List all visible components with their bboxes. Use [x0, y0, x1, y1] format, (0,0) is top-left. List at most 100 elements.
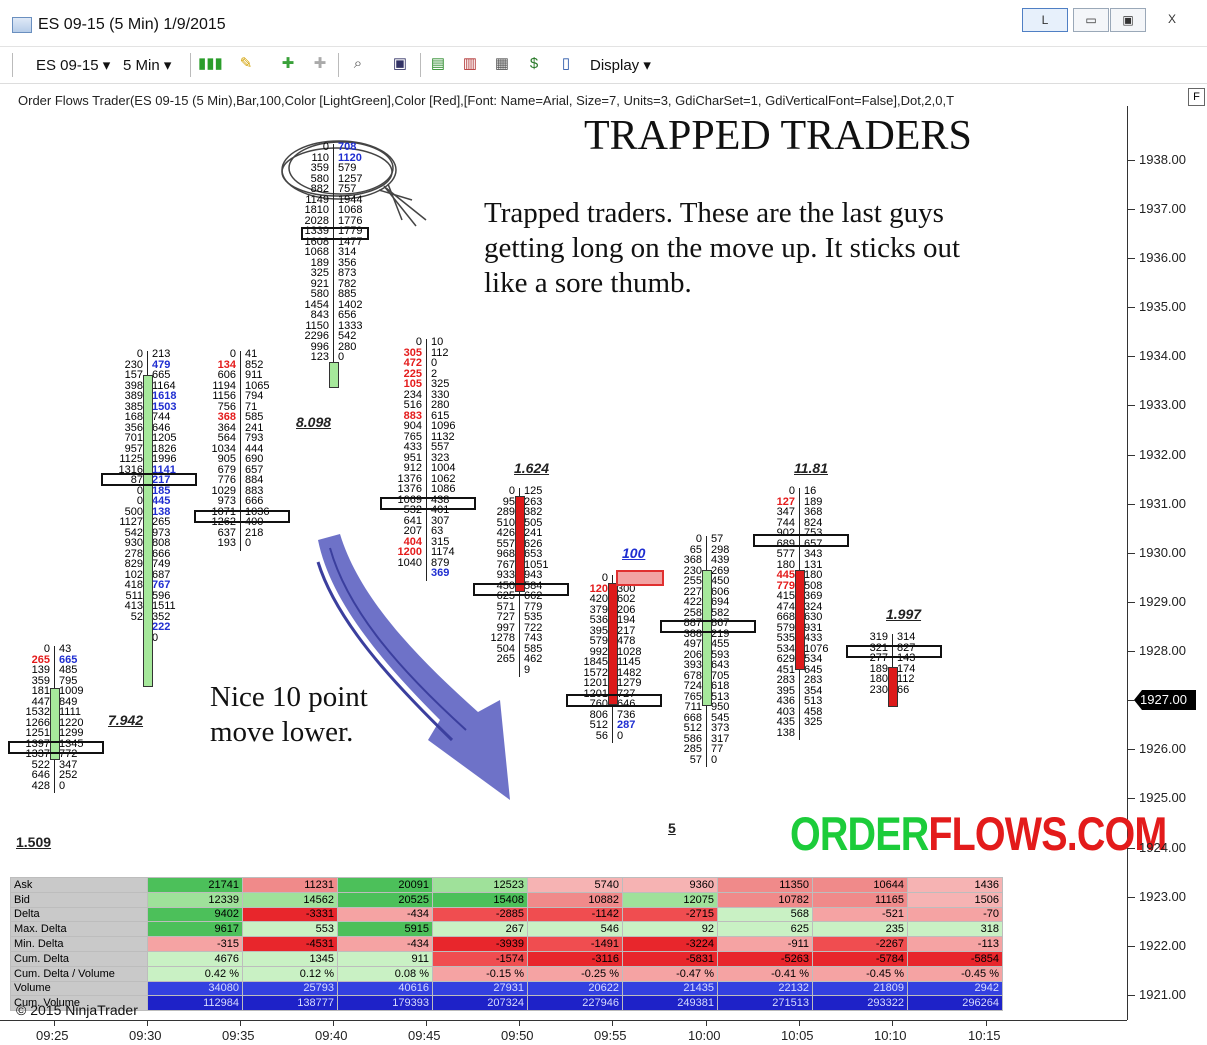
bid-value: 536 — [589, 614, 608, 626]
bid-value: 933 — [496, 569, 515, 581]
time-tick — [519, 1020, 520, 1026]
ask-value: 743 — [524, 632, 543, 644]
stats-cell: -0.45 % — [812, 965, 908, 982]
bar-delta-label: 1.997 — [886, 606, 922, 622]
dollar-icon[interactable]: $ — [524, 54, 544, 74]
link-button[interactable]: L — [1022, 8, 1068, 32]
ask-value: 373 — [711, 722, 730, 734]
add-indicator-icon[interactable]: ✚ — [278, 54, 298, 74]
time-label: 10:05 — [781, 1028, 814, 1043]
stats-cell: -0.25 % — [527, 965, 623, 982]
stats-cell: -5854 — [907, 950, 1003, 967]
display-menu[interactable]: Display ▾ — [590, 56, 651, 74]
properties-icon[interactable]: ▣ — [390, 54, 410, 74]
ask-value: 382 — [524, 506, 543, 518]
candle-body — [795, 570, 805, 670]
strategy-icon[interactable]: ✚ — [310, 54, 330, 74]
bid-value: 472 — [403, 357, 422, 369]
bid-value: 413 — [124, 600, 143, 612]
minimize-button[interactable]: ▭ — [1073, 8, 1109, 32]
ask-value: 283 — [804, 674, 823, 686]
stats-cell: -0.47 % — [622, 965, 718, 982]
interval-selector[interactable]: 5 Min ▾ — [123, 56, 171, 74]
ask-value: 445 — [152, 495, 171, 507]
bid-value: 973 — [217, 495, 236, 507]
toolbar-separator — [190, 53, 191, 77]
dom-icon[interactable]: ▥ — [460, 54, 480, 74]
ask-value: 694 — [711, 596, 730, 608]
drawing-pencil-icon[interactable]: ✎ — [236, 54, 256, 74]
ask-value: 194 — [617, 614, 636, 626]
poc-box — [194, 510, 290, 523]
bid-value: 347 — [776, 506, 795, 518]
bid-value: 606 — [217, 369, 236, 381]
stats-cell: -521 — [812, 906, 908, 923]
ask-value: 1174 — [431, 546, 455, 558]
time-label: 09:35 — [222, 1028, 255, 1043]
bid-value: 1156 — [212, 390, 236, 402]
time-label: 09:50 — [501, 1028, 534, 1043]
ask-value: 557 — [431, 441, 450, 453]
bid-value: 1127 — [119, 516, 143, 528]
poc-box — [301, 227, 369, 240]
bid-value: 0 — [788, 485, 795, 497]
bid-value: 0 — [695, 533, 702, 545]
price-tick — [1127, 307, 1135, 308]
price-tick — [1127, 405, 1135, 406]
bid-value: 905 — [217, 453, 236, 465]
ask-value: 43 — [59, 643, 72, 655]
zoom-icon[interactable]: ⌕ — [348, 54, 368, 74]
ask-value: 41 — [245, 348, 258, 360]
price-tick — [1127, 602, 1135, 603]
data-box-icon[interactable]: ▦ — [492, 54, 512, 74]
ask-value: 0 — [59, 779, 66, 792]
instrument-selector[interactable]: ES 09-15 ▾ — [36, 56, 110, 74]
bar-type-icon[interactable]: ▮▮▮ — [198, 54, 223, 74]
price-tick — [1127, 897, 1135, 898]
price-tick — [1127, 209, 1135, 210]
candle-body — [143, 375, 153, 687]
f-button[interactable]: F — [1188, 88, 1205, 106]
templates-icon[interactable]: ▯ — [556, 54, 576, 74]
stats-row-label: Cum. Delta / Volume — [10, 965, 148, 982]
time-label: 09:30 — [129, 1028, 162, 1043]
ask-value: 77 — [711, 743, 724, 755]
bid-value: 882 — [310, 183, 329, 195]
order-entry-icon[interactable]: ▤ — [428, 54, 448, 74]
stats-cell: -434 — [337, 936, 433, 952]
ask-value: 708 — [338, 141, 357, 153]
price-axis-line — [1127, 106, 1128, 1020]
ask-column: 57 298 439 269 450 606 694 582 867 219 455 593 643 70… — [711, 534, 751, 765]
price-label: 1922.00 — [1139, 938, 1186, 953]
ask-value: 653 — [524, 548, 543, 560]
stats-cell: 27931 — [432, 980, 528, 997]
bid-value: 1040 — [397, 556, 422, 569]
bid-value: 1532 — [25, 706, 50, 718]
stats-row-label: Max. Delta — [10, 921, 148, 938]
close-button[interactable]: X — [1147, 8, 1197, 30]
stats-cell: 138777 — [242, 995, 338, 1012]
time-tick — [986, 1020, 987, 1026]
ask-value: 1004 — [431, 462, 456, 474]
ask-column: 314 827 143 174 112 66 — [897, 632, 937, 695]
ask-value: 1111 — [59, 706, 82, 718]
ask-value: 749 — [152, 558, 171, 570]
ask-column: 43 665 485 795 1009 849 1111 1220 1299 1345 772 347… — [59, 644, 99, 791]
current-price-marker: 1927.00 — [1134, 690, 1196, 710]
stats-cell: 14562 — [242, 891, 338, 908]
bid-value: 0 — [229, 348, 236, 360]
stats-cell: -3331 — [242, 906, 338, 923]
price-tick — [1127, 995, 1135, 996]
ask-value: 911 — [245, 369, 263, 381]
maximize-button[interactable]: ▣ — [1110, 8, 1146, 32]
bid-value: 701 — [124, 432, 143, 444]
ask-column: 16 189 368 824 753 657 343 131 180 508 369 324 630 93… — [804, 486, 844, 728]
bid-value: 1125 — [119, 453, 143, 465]
price-label: 1934.00 — [1139, 348, 1186, 363]
ask-value: 1205 — [152, 432, 177, 444]
ask-value: 265 — [152, 516, 171, 528]
ask-value: 213 — [152, 348, 171, 360]
stats-cell: 21809 — [812, 980, 908, 997]
ask-value: 180 — [804, 569, 823, 581]
bid-value: 428 — [31, 779, 50, 792]
